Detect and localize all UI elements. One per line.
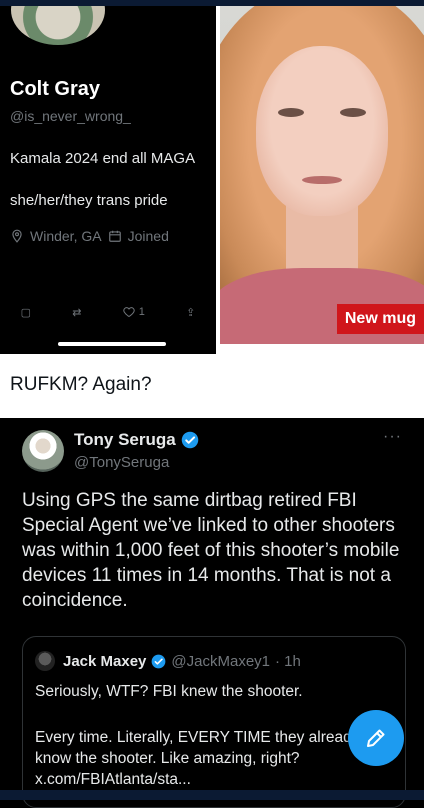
more-options-icon[interactable]: ··· [383,428,402,446]
photo-eye [340,108,366,117]
location-pin-icon [12,229,22,243]
quoted-author-name: Jack Maxey [63,653,147,670]
quoted-author-handle: @JackMaxey1 [171,653,270,670]
compose-button[interactable] [348,710,404,766]
home-indicator [58,342,166,346]
avatar [8,6,108,48]
pencil-icon [367,729,385,747]
avatar[interactable] [22,430,64,472]
profile-screenshot: Colt Gray @is_never_wrong_ Kamala 2024 e… [0,6,216,354]
mugshot-photo: New mug [220,6,424,344]
author-handle[interactable]: @TonySeruga [74,454,169,471]
verified-badge-icon [181,431,198,449]
calendar-icon [108,230,121,242]
reply-icon: ▢ [20,306,32,319]
quoted-tweet-text: Seriously, WTF? FBI knew the shooter. [35,683,303,700]
share-icon: ⇪ [186,306,196,319]
like-count: 1 [138,306,145,318]
profile-bio-line: Kamala 2024 end all MAGA [10,150,196,167]
author-name[interactable]: Tony Seruga [74,430,199,450]
profile-handle: @is_never_wrong_ [10,108,131,124]
photo-face [256,46,388,216]
photo-mouth [302,176,342,184]
caption-text: RUFKM? Again? [10,374,152,395]
caption-bar: RUFKM? Again? [0,360,424,418]
avatar [35,651,55,671]
news-label: New mug [336,304,424,334]
quoted-tweet-text: Every time. Literally, EVERY TIME they a… [35,729,360,788]
like-group: 1 [123,306,145,318]
photo-eye [278,108,304,117]
quoted-time: · 1h [275,653,301,670]
verified-badge-icon [152,654,166,669]
heart-icon [123,307,135,318]
post-image[interactable]: Colt Gray @is_never_wrong_ Kamala 2024 e… [0,6,424,360]
profile-meta: Winder, GA Joined [10,228,169,244]
bottom-strip [0,790,424,800]
tweet-text: Using GPS the same dirtbag retired FBI S… [22,490,400,611]
author-name-text: Tony Seruga [74,430,176,449]
profile-action-row: ▢ ⇄ 1 ⇪ [0,302,216,322]
quoted-tweet[interactable]: Jack Maxey @JackMaxey1 · 1h Seriously, W… [22,636,406,808]
profile-location: Winder, GA [30,228,102,244]
profile-name: Colt Gray [10,78,101,100]
profile-bio-line: she/her/they trans pride [10,192,168,209]
quoted-tweet-header: Jack Maxey @JackMaxey1 · 1h [63,653,301,670]
profile-joined: Joined [127,228,169,244]
retweet-icon: ⇄ [72,306,82,319]
